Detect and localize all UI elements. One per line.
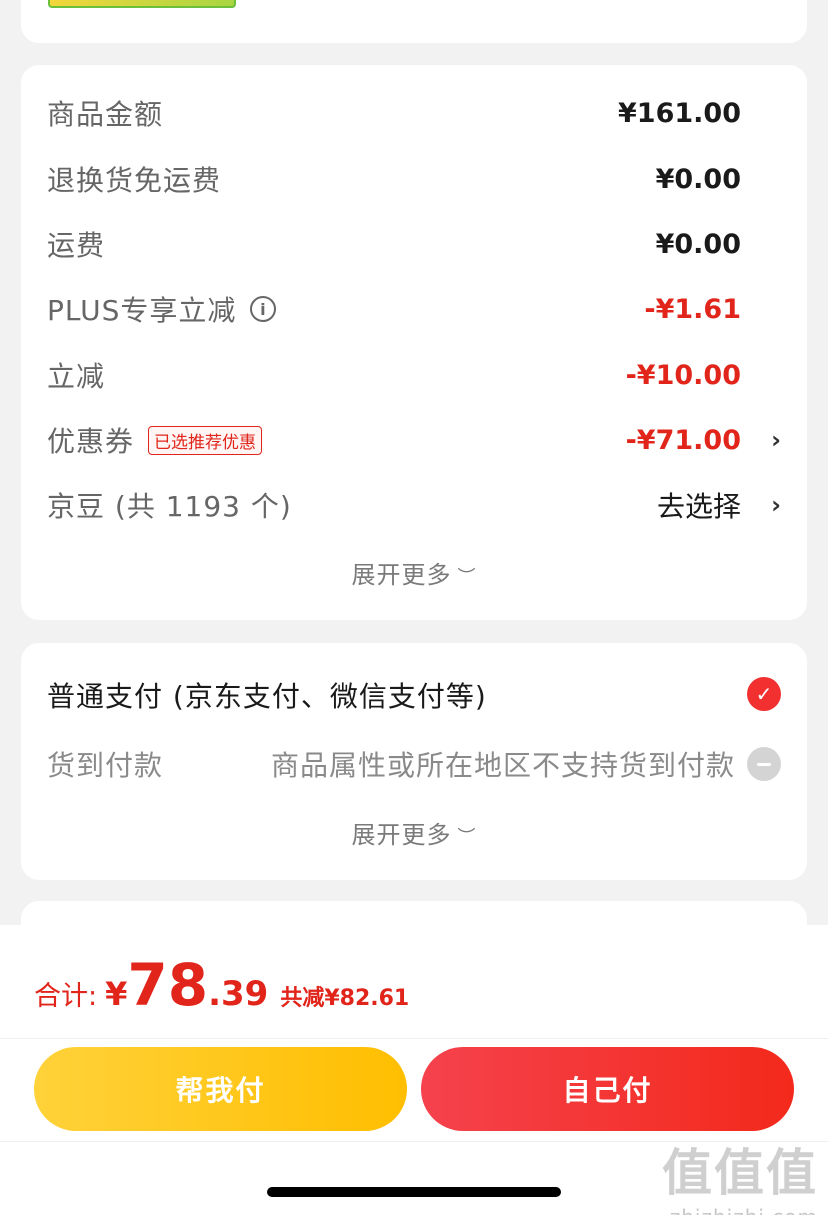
goods-amount-label: 商品金额: [47, 98, 164, 131]
shipping-label: 运费: [47, 229, 106, 262]
return-shipping-value: ¥0.00: [655, 163, 741, 195]
plus-discount-label: PLUS专享立减: [47, 294, 237, 327]
row-return-shipping: 退换货免运费 ¥0.00: [47, 159, 781, 199]
chevron-right-icon[interactable]: ›: [771, 426, 781, 454]
coupon-value: -¥71.00: [625, 424, 741, 456]
chevron-right-icon[interactable]: ›: [771, 491, 781, 519]
instant-discount-label: 立减: [47, 360, 106, 393]
selected-check-icon[interactable]: ✓: [747, 677, 781, 711]
recommended-coupon-badge: 已选推荐优惠: [148, 425, 263, 455]
row-shipping: 运费 ¥0.00: [47, 224, 781, 264]
row-coupon[interactable]: 优惠券 已选推荐优惠 -¥71.00 ›: [47, 420, 781, 460]
disabled-radio-icon: [747, 747, 781, 781]
price-summary-card: 商品金额 ¥161.00 退换货免运费 ¥0.00 运费 ¥0.00 PLUS专…: [21, 65, 807, 620]
product-card-partial: [21, 0, 807, 43]
site-watermark: 值值值 zhizhizhi.com: [662, 1133, 818, 1215]
product-thumbnail: [48, 0, 236, 8]
expand-more-label: 展开更多: [351, 561, 452, 589]
jingdou-select[interactable]: 去选择: [657, 485, 741, 525]
total-integer: 78: [127, 951, 209, 1019]
pay-myself-button[interactable]: 自己付: [421, 1047, 794, 1131]
plus-discount-value: -¥1.61: [644, 293, 741, 325]
return-shipping-label: 退换货免运费: [47, 164, 222, 197]
payment-method-card: 普通支付 (京东支付、微信支付等) ✓ 货到付款 商品属性或所在地区不支持货到付…: [21, 643, 807, 880]
row-instant-discount: 立减 -¥10.00: [47, 355, 781, 395]
total-summary: 合计: ¥ 78 .39 共减¥82.61: [34, 951, 409, 1021]
divider: [0, 1038, 828, 1039]
payment-expand-more-label: 展开更多: [351, 821, 452, 849]
expand-more-button[interactable]: 展开更多 ︶: [21, 555, 807, 590]
checkout-bar: 合计: ¥ 78 .39 共减¥82.61 帮我付 自己付 值值值 zhizhi…: [0, 925, 828, 1215]
chevron-down-icon: ︶: [457, 567, 477, 588]
coupon-label: 优惠券: [47, 425, 135, 458]
watermark-logo: 值值值: [662, 1144, 818, 1202]
total-decimal: .39: [208, 974, 269, 1014]
shipping-value: ¥0.00: [655, 228, 741, 260]
watermark-url: zhizhizhi.com: [662, 1205, 818, 1215]
goods-amount-value: ¥161.00: [618, 97, 741, 129]
row-jingdou[interactable]: 京豆 (共 1193 个) 去选择 ›: [47, 485, 781, 525]
payment-expand-more-button[interactable]: 展开更多 ︶: [21, 815, 807, 850]
plus-discount-label-wrap: PLUS专享立减 i: [47, 289, 277, 329]
total-saved: 共减¥82.61: [280, 986, 410, 1011]
home-indicator[interactable]: [267, 1187, 561, 1197]
coupon-label-wrap: 优惠券 已选推荐优惠: [47, 420, 263, 460]
info-icon[interactable]: i: [250, 296, 277, 322]
help-me-pay-button[interactable]: 帮我付: [34, 1047, 407, 1131]
currency-symbol: ¥: [105, 975, 128, 1013]
standard-payment-option[interactable]: 普通支付 (京东支付、微信支付等): [47, 675, 487, 715]
total-label: 合计:: [34, 981, 98, 1012]
row-goods-amount: 商品金额 ¥161.00: [47, 93, 781, 133]
cod-unavailable-note: 商品属性或所在地区不支持货到付款: [270, 749, 735, 782]
row-plus-discount: PLUS专享立减 i -¥1.61: [47, 289, 781, 329]
instant-discount-value: -¥10.00: [625, 359, 741, 391]
cod-option-label: 货到付款: [47, 749, 164, 782]
jingdou-label: 京豆 (共 1193 个): [47, 490, 292, 523]
chevron-down-icon: ︶: [457, 827, 477, 848]
